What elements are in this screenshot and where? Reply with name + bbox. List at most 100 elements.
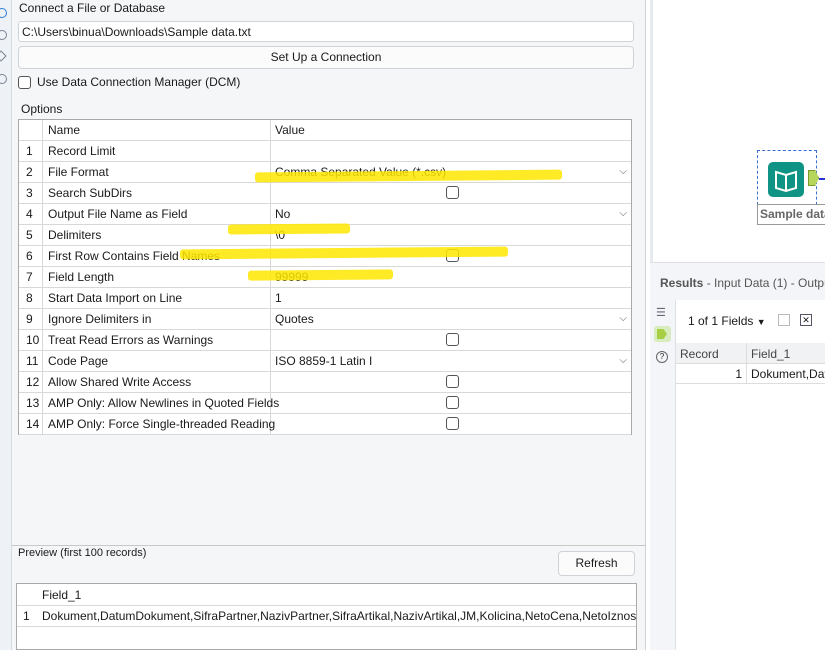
option-name: Ignore Delimiters in xyxy=(43,309,271,329)
option-row[interactable]: 13 AMP Only: Allow Newlines in Quoted Fie… xyxy=(19,393,631,414)
option-name: Output File Name as Field xyxy=(43,204,271,224)
option-name: Code Page xyxy=(43,351,271,371)
option-name: Field Length xyxy=(43,267,271,287)
dcm-checkbox[interactable] xyxy=(18,75,31,89)
setup-connection-button[interactable]: Set Up a Connection xyxy=(18,46,634,69)
row-number: 6 xyxy=(19,246,43,266)
option-value-checkbox[interactable] xyxy=(271,393,631,413)
name-header: Name xyxy=(43,120,271,140)
checkbox[interactable] xyxy=(446,333,459,346)
preview-grid: Field_1 1 Dokument,DatumDokument,SifraPa… xyxy=(16,583,637,650)
row-number: 14 xyxy=(19,414,43,434)
option-name: File Format xyxy=(43,162,271,182)
value-header: Value xyxy=(275,123,305,137)
option-value-text: Quotes xyxy=(275,312,314,326)
option-value-select[interactable]: Quotes ⌵ xyxy=(271,309,631,329)
checkbox[interactable] xyxy=(446,186,459,199)
option-value-checkbox[interactable] xyxy=(271,330,631,350)
table-row[interactable]: 1 Dokument,DatumDokument xyxy=(676,364,825,384)
option-row[interactable]: 3 Search SubDirs xyxy=(19,183,631,204)
highlight-mark xyxy=(248,269,393,281)
row-number: 3 xyxy=(19,183,43,203)
row-number: 2 xyxy=(19,162,43,182)
results-sidebar: ☰ ? xyxy=(650,300,676,650)
checkbox[interactable] xyxy=(446,375,459,388)
output-anchor-icon[interactable] xyxy=(654,326,671,342)
connection-icon[interactable] xyxy=(0,30,7,40)
file-path-input[interactable]: C:\Users\binua\Downloads\Sample data.txt xyxy=(18,21,634,42)
record-header: Record xyxy=(680,347,719,361)
option-value-text: 1 xyxy=(275,291,282,305)
right-pane: Sample data.txt Results - Input Data (1)… xyxy=(650,0,825,650)
results-title: Results xyxy=(660,276,704,290)
option-row[interactable]: 12 Allow Shared Write Access xyxy=(19,372,631,393)
option-name: AMP Only: Allow Newlines in Quoted Field… xyxy=(43,393,279,413)
dcm-option[interactable]: Use Data Connection Manager (DCM) xyxy=(18,75,240,89)
option-value-text[interactable] xyxy=(271,141,631,161)
options-label: Options xyxy=(21,102,63,116)
select-all-icon[interactable] xyxy=(778,314,790,326)
option-value-checkbox[interactable] xyxy=(271,183,631,203)
chevron-down-icon[interactable]: ⌵ xyxy=(619,162,627,182)
chevron-down-icon[interactable]: ⌵ xyxy=(619,351,627,371)
option-name: AMP Only: Force Single-threaded Reading xyxy=(43,414,275,434)
option-value-text: No xyxy=(275,207,291,221)
option-name: Search SubDirs xyxy=(43,183,271,203)
option-value-select[interactable]: No ⌵ xyxy=(271,204,631,224)
results-subtitle: - Input Data (1) - Output xyxy=(703,276,825,290)
gear-icon[interactable] xyxy=(0,8,7,18)
grid-header-row: Name Value xyxy=(19,120,631,141)
field-header: Field_1 xyxy=(746,343,794,364)
chevron-down-icon[interactable]: ⌵ xyxy=(619,309,627,329)
option-value-select[interactable]: ISO 8859-1 Latin I ⌵ xyxy=(271,351,631,371)
fields-count: 1 of 1 Fields xyxy=(688,314,754,328)
row-number: 5 xyxy=(19,225,43,245)
section-title: Connect a File or Database xyxy=(19,1,166,15)
checkbox[interactable] xyxy=(446,417,459,430)
fields-selector[interactable]: 1 of 1 Fields ▼ xyxy=(688,314,766,328)
row-number: 8 xyxy=(19,288,43,308)
option-row[interactable]: 10 Treat Read Errors as Warnings xyxy=(19,330,631,351)
refresh-button[interactable]: Refresh xyxy=(558,551,635,576)
results-header: Results - Input Data (1) - Output xyxy=(650,262,825,300)
field-cell: Dokument,DatumDokument xyxy=(746,364,825,383)
option-value-checkbox[interactable] xyxy=(271,414,631,434)
row-number: 13 xyxy=(19,393,43,413)
row-number: 7 xyxy=(19,267,43,287)
option-row[interactable]: 8 Start Data Import on Line 1 xyxy=(19,288,631,309)
tool-label: Sample data.txt xyxy=(757,204,825,225)
option-name: Start Data Import on Line xyxy=(43,288,271,308)
connection-line xyxy=(819,178,825,180)
option-name: Allow Shared Write Access xyxy=(43,372,271,392)
row-number: 1 xyxy=(19,141,43,161)
highlight-mark xyxy=(228,223,350,235)
row-number: 12 xyxy=(19,372,43,392)
option-value-checkbox[interactable] xyxy=(271,372,631,392)
tag-icon[interactable] xyxy=(0,50,7,62)
workflow-canvas[interactable]: Sample data.txt xyxy=(650,0,825,262)
option-row[interactable]: 11 Code Page ISO 8859-1 Latin I ⌵ xyxy=(19,351,631,372)
option-row[interactable]: 4 Output File Name as Field No ⌵ xyxy=(19,204,631,225)
option-name: Treat Read Errors as Warnings xyxy=(43,330,271,350)
chevron-down-icon[interactable]: ⌵ xyxy=(619,204,627,224)
row-value: Dokument,DatumDokument,SifraPartner,Nazi… xyxy=(42,609,636,623)
option-row[interactable]: 14 AMP Only: Force Single-threaded Readin… xyxy=(19,414,631,435)
table-row[interactable]: 1 Dokument,DatumDokument,SifraPartner,Na… xyxy=(17,606,636,627)
checkbox[interactable] xyxy=(446,396,459,409)
record-cell: 1 xyxy=(735,367,742,381)
option-value-text[interactable]: 1 xyxy=(271,288,631,308)
input-data-tool-icon[interactable] xyxy=(768,162,804,197)
output-anchor-icon[interactable] xyxy=(808,170,819,186)
results-table-header: Record Field_1 xyxy=(676,343,825,364)
row-number: 10 xyxy=(19,330,43,350)
list-icon[interactable]: ☰ xyxy=(656,306,666,319)
option-row[interactable]: 1 Record Limit xyxy=(19,141,631,162)
help-icon[interactable]: ? xyxy=(656,351,668,363)
row-number: 1 xyxy=(23,609,30,623)
row-number: 9 xyxy=(19,309,43,329)
dcm-label: Use Data Connection Manager (DCM) xyxy=(37,75,241,89)
row-number: 4 xyxy=(19,204,43,224)
help-icon[interactable] xyxy=(0,74,7,84)
option-row[interactable]: 9 Ignore Delimiters in Quotes ⌵ xyxy=(19,309,631,330)
deselect-icon[interactable]: ✕ xyxy=(800,314,812,326)
